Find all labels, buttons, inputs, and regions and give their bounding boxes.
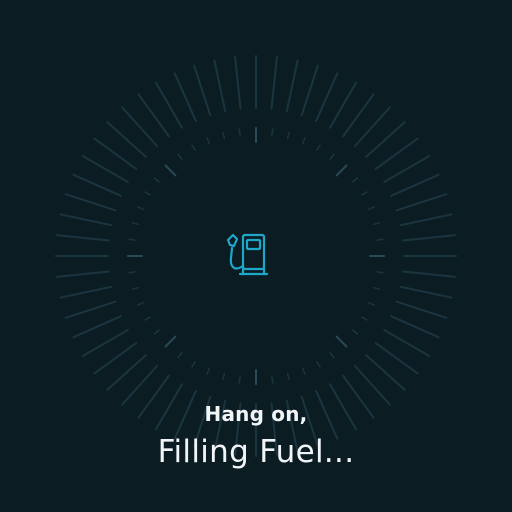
inner-tick: [128, 271, 136, 274]
outer-tick: [59, 285, 113, 299]
outer-tick: [72, 173, 122, 197]
inner-tick: [271, 376, 274, 384]
inner-tick: [367, 206, 376, 211]
outer-tick: [72, 315, 122, 339]
inner-tick: [131, 222, 139, 226]
outer-tick: [173, 72, 197, 122]
inner-tick: [153, 329, 160, 335]
fuel-pump-icon: [216, 228, 272, 284]
inner-tick: [352, 329, 359, 335]
outer-tick: [64, 300, 117, 319]
outer-tick: [193, 64, 212, 117]
inner-tick: [164, 164, 177, 177]
inner-tick: [367, 301, 376, 306]
inner-tick: [177, 153, 183, 160]
inner-tick: [329, 153, 335, 160]
outer-tick: [383, 329, 431, 357]
outer-tick: [390, 173, 440, 197]
inner-tick: [286, 373, 290, 381]
inner-tick: [335, 335, 348, 348]
inner-tick: [360, 316, 368, 321]
outer-tick: [285, 59, 299, 113]
inner-tick: [329, 352, 335, 359]
outer-tick: [64, 193, 117, 212]
inner-tick: [177, 352, 183, 359]
outer-tick: [390, 315, 440, 339]
inner-tick: [144, 191, 152, 196]
outer-tick: [81, 155, 129, 183]
inner-tick: [191, 144, 196, 152]
inner-tick: [191, 360, 196, 368]
outer-tick: [395, 300, 448, 319]
loading-message-title: Hang on,: [204, 402, 308, 426]
outer-tick: [402, 234, 456, 242]
inner-tick: [136, 206, 145, 211]
inner-tick: [286, 131, 290, 139]
outer-tick: [213, 59, 227, 113]
inner-tick: [352, 177, 359, 183]
outer-tick: [59, 213, 113, 227]
outer-tick: [383, 155, 431, 183]
inner-tick: [206, 367, 211, 376]
inner-tick: [301, 367, 306, 376]
loading-message-status: Filling Fuel...: [157, 434, 355, 470]
outer-tick: [155, 81, 183, 129]
outer-tick: [399, 285, 453, 299]
inner-tick: [164, 335, 177, 348]
inner-tick: [271, 128, 274, 136]
inner-tick: [131, 286, 139, 290]
inner-tick: [316, 144, 321, 152]
inner-tick: [136, 301, 145, 306]
inner-tick: [128, 238, 136, 241]
inner-tick: [222, 131, 226, 139]
inner-tick: [153, 177, 160, 183]
outer-tick: [56, 234, 110, 242]
outer-tick: [399, 213, 453, 227]
inner-tick: [335, 164, 348, 177]
inner-tick: [222, 373, 226, 381]
outer-tick: [402, 270, 456, 278]
inner-tick: [360, 191, 368, 196]
outer-tick: [300, 64, 319, 117]
inner-tick: [376, 238, 384, 241]
outer-tick: [329, 81, 357, 129]
inner-tick: [301, 136, 306, 145]
inner-tick: [316, 360, 321, 368]
outer-tick: [234, 56, 242, 110]
inner-tick: [206, 136, 211, 145]
outer-tick: [315, 72, 339, 122]
outer-tick: [270, 56, 278, 110]
inner-tick: [238, 128, 241, 136]
outer-tick: [395, 193, 448, 212]
inner-tick: [373, 222, 381, 226]
outer-tick: [81, 329, 129, 357]
outer-tick: [56, 270, 110, 278]
inner-tick: [376, 271, 384, 274]
fuel-loading-screen: Hang on, Filling Fuel...: [0, 0, 512, 512]
inner-tick: [373, 286, 381, 290]
inner-tick: [238, 376, 241, 384]
inner-tick: [144, 316, 152, 321]
